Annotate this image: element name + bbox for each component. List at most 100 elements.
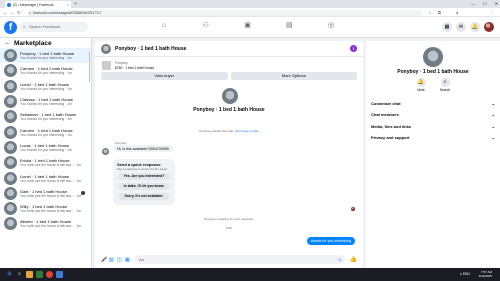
url-bar[interactable]: ≡ facebook.com/messages/t/33584946475177…	[27, 9, 422, 16]
message-thread: Ponyboy · 1 bed 1 bath House Ponyboy sta…	[95, 85, 363, 253]
conversation-item[interactable]: Carmen · 1 bed 1 bath House You: thanks f…	[0, 63, 91, 78]
conversation-item[interactable]: Alberto · 1 bed 1 bath House You: hello y…	[0, 216, 91, 231]
browser-menu-icon[interactable]: ⋮	[490, 10, 494, 15]
conversation-item[interactable]: Lucas · 1 bed 1 bath House You: thanks fo…	[0, 140, 91, 155]
details-avatar[interactable]	[423, 47, 443, 67]
facebook-logo-icon[interactable]: f	[4, 21, 17, 34]
sender-avatar[interactable]	[102, 148, 109, 155]
conversation-item[interactable]: Gael · 1 bed 1 bath House You: hello yes …	[0, 186, 91, 201]
message-placeholder: Aa	[139, 257, 144, 262]
back-arrow-icon[interactable]: ←	[5, 40, 11, 46]
voice-clip-icon[interactable]: 🎤	[101, 257, 107, 263]
clock[interactable]: 7:57 AM 12/2/2025	[479, 270, 492, 278]
message-input[interactable]: Aa ☺	[135, 255, 345, 264]
search-icon: ⌕	[23, 24, 26, 29]
photo-icon[interactable]: ▨	[109, 257, 114, 263]
conversation-thumbnail	[4, 79, 17, 93]
conversation-item[interactable]: Ponyboy · 1 bed 1 bath House You: thanks …	[0, 48, 91, 64]
conversation-item[interactable]: Ericka · 1 bed 1 bath House You: hello ye…	[0, 155, 91, 170]
outgoing-message[interactable]: thanks for you interesting	[306, 237, 355, 245]
chrome-icon[interactable]	[46, 271, 53, 278]
like-thumb-icon[interactable]: 👍	[350, 256, 357, 263]
conversation-preview: You: thanks for you interesting · 1m	[20, 132, 72, 137]
tab-close-icon[interactable]: ×	[67, 3, 69, 7]
maximize-icon[interactable]: ☐	[483, 0, 487, 8]
marketplace-icon[interactable]: ▤	[285, 22, 293, 30]
edge-icon[interactable]	[56, 271, 63, 278]
conversation-preview: You: thanks for you interesting · 1m	[20, 71, 72, 76]
quick-reply-not-available[interactable]: Sorry, it's not available.	[119, 193, 169, 200]
quick-reply-in-talks[interactable]: In talks. I'll let you know.	[119, 183, 169, 190]
seen-indicator	[81, 190, 85, 195]
clock-date: 12/2/2025	[478, 274, 492, 278]
main-nav-icons: ⌂ ⚇ ▣ ▤ ◎	[160, 22, 335, 30]
extensions-icon[interactable]: ⧉	[438, 10, 441, 15]
buyer-name: Ponyboy · 1 bed 1 bath House	[193, 107, 265, 113]
conversation-item[interactable]: Sebastian · 1 bed 1 bath House You: thank…	[0, 109, 91, 124]
media-files-section[interactable]: Media, files and links ⌄	[371, 123, 495, 131]
view-buyer-button[interactable]: View buyer	[101, 72, 228, 80]
buyer-avatar[interactable]	[222, 88, 238, 104]
chat-members-section[interactable]: Chat members ⌄	[371, 111, 495, 119]
info-icon[interactable]: i	[350, 45, 357, 52]
star-icon[interactable]: ☆	[428, 10, 432, 15]
messenger-icon[interactable]: ✉	[456, 22, 466, 32]
search-label: Search	[439, 88, 451, 92]
customize-chat-section[interactable]: Customize chat ⌄	[371, 100, 495, 108]
quick-response-card: Send a quick response Tap a response to …	[113, 159, 175, 205]
conversation-item[interactable]: Willy · 1 bed 1 bath House You: hello yes…	[0, 201, 91, 216]
file-explorer-icon[interactable]	[26, 271, 33, 278]
site-info-icon[interactable]: ≡	[29, 10, 31, 16]
conversation-text: Lucas · 1 bed 1 bath House You: thanks fo…	[20, 143, 72, 152]
details-name: Ponyboy · 1 bed 1 bath House	[397, 69, 469, 75]
reload-icon[interactable]: ↻	[17, 10, 21, 16]
profile-icon[interactable]: ●	[456, 10, 458, 15]
friends-icon[interactable]: ⚇	[202, 22, 210, 30]
emoji-icon[interactable]: ☺	[337, 255, 342, 264]
chat-title[interactable]: Ponyboy · 1 bed 1 bath House	[115, 46, 186, 52]
groups-icon[interactable]: ◎	[327, 22, 335, 30]
taskbar-search-icon[interactable]: ⌕	[16, 271, 23, 278]
privacy-support-section[interactable]: Privacy and support ⌄	[371, 134, 495, 142]
conversation-item[interactable]: Carmen · 1 bed 1 bath House You: thanks f…	[0, 124, 91, 139]
section-label: Media, files and links	[371, 124, 412, 129]
close-window-icon[interactable]: ✕	[495, 0, 498, 8]
taskbar: ⊞ ⌕ ∧ ENG 7:57 AM 12/2/2025	[0, 268, 500, 281]
start-icon[interactable]: ⊞	[6, 271, 13, 278]
conversation-text: Lionel · 1 bed 1 bath House You: thanks f…	[20, 82, 72, 91]
home-icon[interactable]: ⌂	[160, 22, 168, 30]
new-tab-button[interactable]: +	[74, 1, 77, 7]
watch-icon[interactable]: ▣	[244, 22, 252, 30]
url-text: facebook.com/messages/t/3358494647517717	[33, 10, 102, 15]
gif-icon[interactable]: ▦	[125, 257, 130, 263]
excel-icon[interactable]	[36, 271, 43, 278]
sidebar-scrollbar[interactable]	[88, 52, 90, 82]
system-tray[interactable]: ∧ ENG	[460, 272, 470, 276]
conversation-item[interactable]: Lionel · 1 bed 1 bath House You: thanks f…	[0, 79, 91, 94]
back-icon[interactable]: ←	[3, 10, 8, 15]
facebook-search-input[interactable]: ⌕ Search Facebook	[20, 22, 88, 32]
view-buyer-profile-link[interactable]: View buyer profile	[235, 129, 259, 133]
conversation-thumbnail	[4, 140, 17, 154]
message-timestamp: 8:50	[226, 226, 232, 230]
chat-avatar[interactable]	[101, 44, 111, 54]
quick-reply-yes[interactable]: Yes. Are you interested?	[119, 173, 169, 180]
minimize-icon[interactable]: —	[471, 0, 475, 8]
more-options-button[interactable]: More Options	[230, 72, 357, 80]
conversation-item[interactable]: Clarissa · 1 bed 1 bath House You: thanks…	[0, 94, 91, 109]
incoming-message[interactable]: Hi, is this available?3054709059	[113, 145, 173, 152]
notifications-icon[interactable]: 🔔	[470, 22, 480, 32]
menu-grid-icon[interactable]: ▦	[442, 22, 452, 32]
bell-icon: 🔔	[416, 78, 426, 87]
search-conversation-button[interactable]: ⌕ Search	[435, 78, 455, 92]
search-icon: ⌕	[440, 78, 450, 87]
account-avatar[interactable]	[484, 22, 494, 32]
sticker-icon[interactable]: ◫	[117, 257, 122, 263]
conversation-details: Ponyboy · 1 bed 1 bath House 🔔 Mute ⌕ Se…	[366, 41, 500, 268]
browser-tab[interactable]: (2) • Messenger | Facebook ×	[5, 1, 71, 8]
conversation-item[interactable]: Lionel · 1 bed 1 bath House You: hello ye…	[0, 170, 91, 185]
listing-summary[interactable]: Ponyboy $750 · 1 bed 1 bath House	[101, 60, 357, 72]
conversation-text: Ponyboy · 1 bed 1 bath House You: thanks …	[20, 51, 74, 60]
forward-icon[interactable]: →	[10, 10, 15, 15]
mute-button[interactable]: 🔔 Mute	[411, 78, 431, 92]
